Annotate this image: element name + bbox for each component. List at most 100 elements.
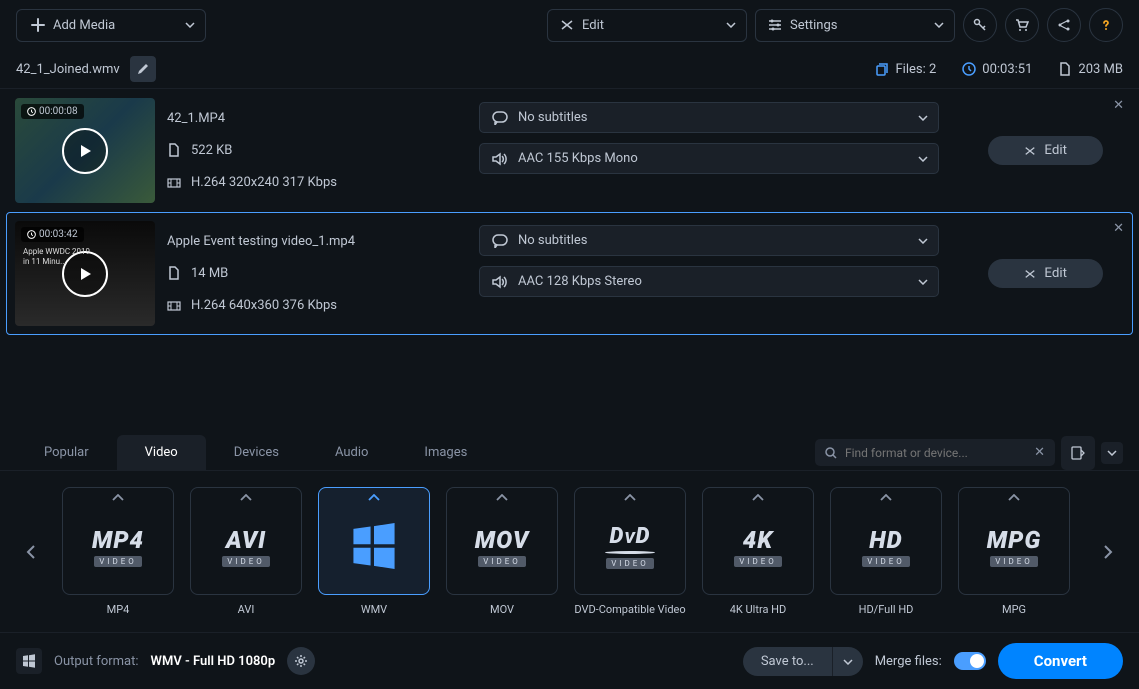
format-card-label: HD/Full HD xyxy=(859,603,914,616)
format-card-label: MPG xyxy=(1002,603,1026,616)
share-button[interactable] xyxy=(1047,8,1081,42)
format-card-mov[interactable]: MOVVIDEO xyxy=(446,487,558,595)
convert-button[interactable]: Convert xyxy=(998,643,1123,679)
format-card-dvd-compatible-video[interactable]: DVDVIDEO xyxy=(574,487,686,595)
save-to-dropdown[interactable] xyxy=(832,647,863,676)
format-card-label: WMV xyxy=(361,603,387,616)
search-icon xyxy=(825,447,837,459)
remove-file-button[interactable]: ✕ xyxy=(1113,221,1124,236)
plus-icon xyxy=(31,18,45,32)
save-to-button[interactable]: Save to... xyxy=(743,647,863,676)
clock-icon xyxy=(27,230,36,239)
chevron-down-icon xyxy=(918,156,928,162)
output-settings-button[interactable] xyxy=(287,647,315,675)
collapse-formats-button[interactable] xyxy=(1101,442,1123,464)
chevron-right-icon xyxy=(1103,544,1113,560)
merge-files-toggle[interactable] xyxy=(954,652,986,670)
remove-file-button[interactable]: ✕ xyxy=(1113,98,1124,113)
edit-dropdown-label: Edit xyxy=(582,18,604,33)
audio-dropdown[interactable]: AAC 128 Kbps Stereo xyxy=(479,266,939,297)
format-list-toggle[interactable] xyxy=(1061,436,1095,470)
format-tab-devices[interactable]: Devices xyxy=(206,435,307,470)
subtitle-dropdown[interactable]: No subtitles xyxy=(479,225,939,256)
sliders-icon xyxy=(768,18,782,32)
format-card-hd-full-hd[interactable]: HDVIDEO xyxy=(830,487,942,595)
add-media-button[interactable]: Add Media xyxy=(16,9,206,42)
output-format-value: WMV - Full HD 1080p xyxy=(151,654,276,669)
format-card-avi[interactable]: AVIVIDEO xyxy=(190,487,302,595)
thumbnail-duration: 00:03:42 xyxy=(21,227,84,242)
format-card-4k-ultra-hd[interactable]: 4KVIDEO xyxy=(702,487,814,595)
settings-dropdown-label: Settings xyxy=(790,18,837,33)
chevron-down-icon xyxy=(185,22,195,28)
format-search[interactable]: ✕ xyxy=(815,439,1055,466)
settings-dropdown[interactable]: Settings xyxy=(755,9,955,42)
file-name: Apple Event testing video_1.mp4 xyxy=(167,234,467,249)
chevron-down-icon xyxy=(918,238,928,244)
file-size: 522 KB xyxy=(167,143,467,158)
tools-icon xyxy=(1024,145,1036,157)
format-search-input[interactable] xyxy=(845,446,1026,460)
format-card-label: AVI xyxy=(238,603,255,616)
total-size: 203 MB xyxy=(1058,62,1123,77)
file-icon xyxy=(167,266,181,280)
project-name: 42_1_Joined.wmv xyxy=(16,62,120,77)
format-card-mpg[interactable]: MPGVIDEO xyxy=(958,487,1070,595)
file-codec: H.264 640x360 376 Kbps xyxy=(167,298,467,313)
chevron-up-icon xyxy=(368,494,380,502)
help-button[interactable] xyxy=(1089,8,1123,42)
output-format-label: Output format: xyxy=(54,654,139,669)
cart-button[interactable] xyxy=(1005,8,1039,42)
chevron-down-icon xyxy=(918,279,928,285)
format-card-mp4[interactable]: MP4VIDEO xyxy=(62,487,174,595)
total-duration: 00:03:51 xyxy=(962,62,1032,77)
platform-icon xyxy=(16,648,42,674)
pencil-icon xyxy=(137,63,149,75)
key-icon xyxy=(973,18,987,32)
chevron-down-icon xyxy=(1107,450,1117,456)
clock-icon xyxy=(27,107,36,116)
chevron-up-icon xyxy=(1008,494,1020,502)
play-button[interactable] xyxy=(62,128,108,174)
chevron-down-icon xyxy=(934,22,944,28)
gear-icon xyxy=(294,654,308,668)
merge-files-label: Merge files: xyxy=(875,654,942,669)
file-row[interactable]: 00:03:42 Apple WWDC 2019in 11 Minu... Ap… xyxy=(6,212,1133,335)
format-card-label: DVD-Compatible Video xyxy=(574,603,685,616)
video-codec-icon xyxy=(167,299,181,313)
key-button[interactable] xyxy=(963,8,997,42)
rename-button[interactable] xyxy=(130,56,156,82)
chevron-up-icon xyxy=(880,494,892,502)
file-edit-button[interactable]: Edit xyxy=(988,136,1103,165)
chevron-down-icon xyxy=(918,115,928,121)
format-tab-video[interactable]: Video xyxy=(117,435,206,470)
chevron-up-icon xyxy=(624,494,636,502)
file-edit-button[interactable]: Edit xyxy=(988,259,1103,288)
tools-icon xyxy=(560,18,574,32)
windows-icon xyxy=(22,654,36,668)
play-icon xyxy=(77,143,93,159)
play-icon xyxy=(77,266,93,282)
thumbnail-duration: 00:00:08 xyxy=(21,104,84,119)
windows-icon xyxy=(350,522,398,570)
cart-icon xyxy=(1015,18,1029,32)
formats-next-button[interactable] xyxy=(1093,544,1123,560)
audio-dropdown[interactable]: AAC 155 Kbps Mono xyxy=(479,143,939,174)
speaker-icon xyxy=(492,275,508,289)
file-thumbnail[interactable]: 00:00:08 xyxy=(15,98,155,203)
file-row[interactable]: 00:00:08 42_1.MP4 522 KB H.264 320x240 3… xyxy=(6,89,1133,212)
chevron-up-icon xyxy=(112,494,124,502)
formats-prev-button[interactable] xyxy=(16,544,46,560)
file-thumbnail[interactable]: 00:03:42 Apple WWDC 2019in 11 Minu... xyxy=(15,221,155,326)
save-to-label[interactable]: Save to... xyxy=(743,647,832,676)
format-card-wmv[interactable] xyxy=(318,487,430,595)
format-tab-audio[interactable]: Audio xyxy=(307,435,396,470)
format-tab-images[interactable]: Images xyxy=(396,435,495,470)
tools-icon xyxy=(1024,268,1036,280)
format-tab-popular[interactable]: Popular xyxy=(16,435,117,470)
subtitle-dropdown[interactable]: No subtitles xyxy=(479,102,939,133)
edit-dropdown[interactable]: Edit xyxy=(547,9,747,42)
chevron-left-icon xyxy=(26,544,36,560)
format-card-label: MOV xyxy=(490,603,514,616)
clear-search-button[interactable]: ✕ xyxy=(1034,445,1045,460)
